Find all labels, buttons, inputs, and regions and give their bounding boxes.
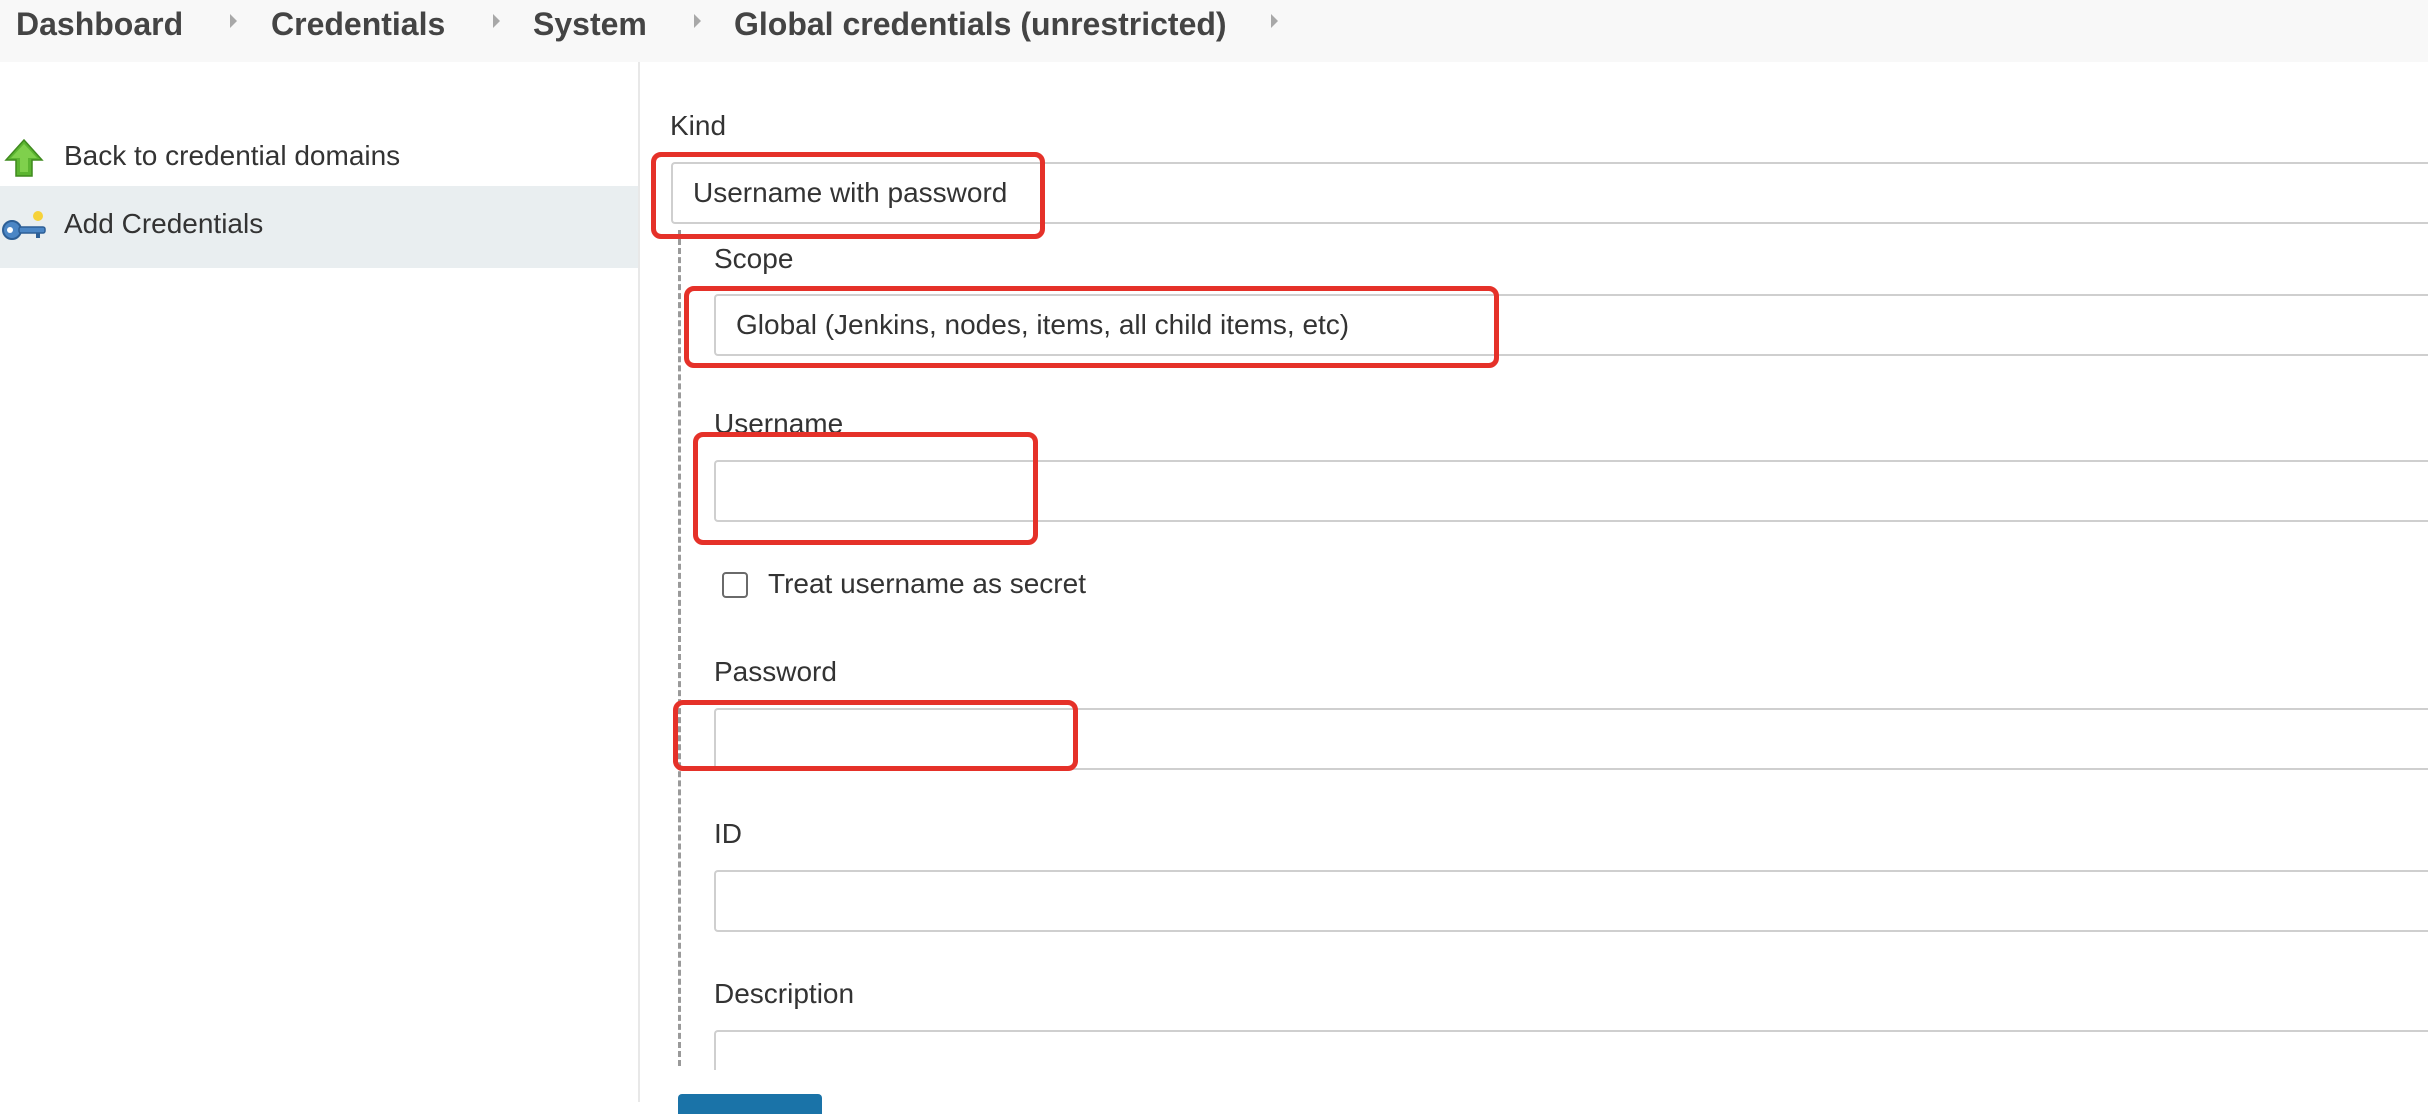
description-textarea[interactable] bbox=[714, 1030, 2428, 1070]
key-icon bbox=[2, 211, 46, 240]
kind-label: Kind bbox=[670, 110, 727, 141]
sidebar: Back to credential domains Add Credentia… bbox=[0, 62, 640, 1102]
breadcrumb-separator-icon[interactable] bbox=[1271, 14, 1278, 28]
breadcrumb-dashboard[interactable]: Dashboard bbox=[16, 6, 183, 43]
sidebar-item-label: Back to credential domains bbox=[64, 140, 401, 171]
treat-username-secret-label: Treat username as secret bbox=[768, 568, 1086, 599]
sidebar-item-label: Add Credentials bbox=[64, 208, 264, 239]
id-label: ID bbox=[714, 818, 742, 849]
breadcrumb-global-credentials[interactable]: Global credentials (unrestricted) bbox=[734, 6, 1227, 43]
breadcrumb-separator-icon[interactable] bbox=[694, 14, 701, 28]
username-label: Username bbox=[714, 408, 844, 439]
breadcrumb: Dashboard Credentials System Global cred… bbox=[0, 0, 2428, 62]
username-field[interactable] bbox=[714, 460, 2428, 522]
breadcrumb-credentials[interactable]: Credentials bbox=[271, 6, 445, 43]
breadcrumb-separator-icon[interactable] bbox=[230, 14, 237, 28]
breadcrumb-system[interactable]: System bbox=[533, 6, 647, 43]
description-label: Description bbox=[714, 978, 855, 1009]
breadcrumb-separator-icon[interactable] bbox=[493, 14, 500, 28]
sidebar-item-add-credentials[interactable]: Add Credentials bbox=[0, 186, 638, 268]
scope-label: Scope bbox=[714, 243, 794, 274]
id-field[interactable] bbox=[714, 870, 2428, 932]
form-section-divider bbox=[678, 230, 681, 1066]
password-field[interactable] bbox=[714, 708, 2428, 770]
password-label: Password bbox=[714, 656, 837, 687]
treat-username-secret-checkbox[interactable] bbox=[722, 572, 748, 598]
up-arrow-icon bbox=[4, 138, 44, 177]
kind-select[interactable]: Username with password bbox=[671, 162, 2428, 224]
scope-select[interactable]: Global (Jenkins, nodes, items, all child… bbox=[714, 294, 2428, 356]
create-button[interactable] bbox=[678, 1094, 822, 1114]
